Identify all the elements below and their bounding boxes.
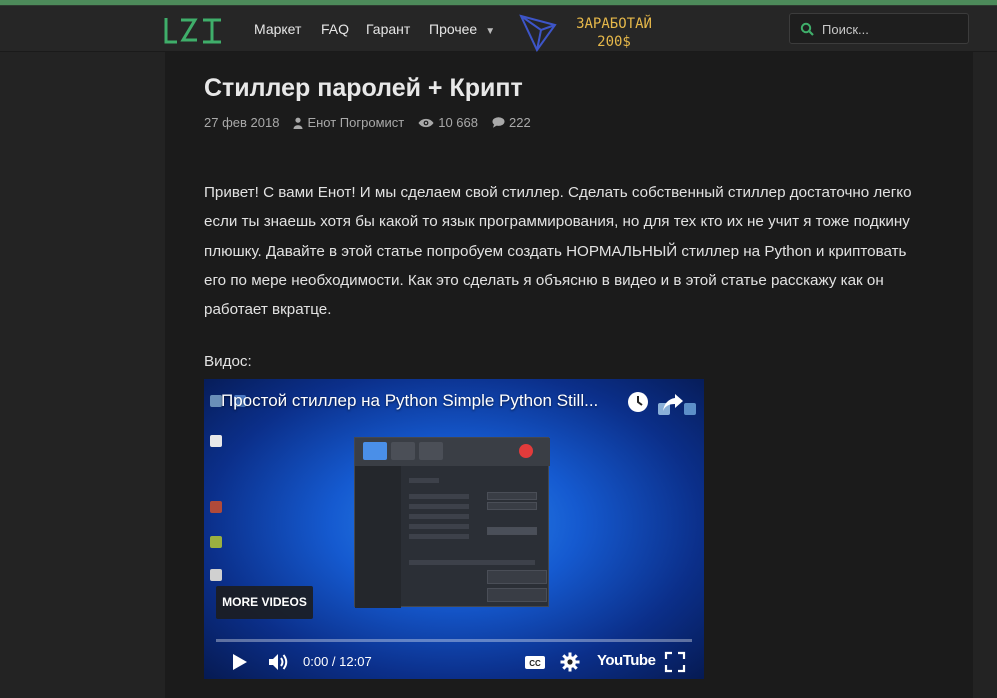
article-date: 27 фев 2018 [204,115,280,130]
watch-later-icon[interactable] [627,391,649,413]
search-input[interactable] [822,19,962,39]
nav-other-label: Прочее [429,21,478,37]
desktop-icon [684,403,696,415]
app-row [409,560,535,565]
comment-icon [492,117,505,128]
play-icon[interactable] [228,651,250,673]
video-progress-bar[interactable] [216,639,692,642]
app-tab [363,442,387,460]
fullscreen-icon[interactable] [664,651,686,673]
app-row [409,524,469,529]
nav-faq[interactable]: FAQ [321,21,349,37]
promo-line-2: 200$ [597,34,631,50]
promo-banner[interactable]: ЗАРАБОТАЙ 200$ [517,11,657,53]
promo-text: ЗАРАБОТАЙ 200$ [569,15,659,51]
app-tab [419,442,443,460]
app-row [409,534,469,539]
promo-line-1: ЗАРАБОТАЙ [576,16,652,32]
app-field [487,527,537,535]
captions-icon[interactable]: CC [524,651,546,673]
desktop-icon [210,569,222,581]
site-logo[interactable] [163,16,225,44]
nav-market[interactable]: Маркет [254,21,301,37]
app-tab [391,442,415,460]
article-meta: 27 фев 2018 Енот Погромист 10 668 222 [204,115,531,130]
video-time: 0:00 / 12:07 [303,654,372,669]
volume-icon[interactable] [267,651,289,673]
article-title: Стиллер паролей + Крипт [204,74,523,102]
eye-icon [418,118,434,128]
desktop-icon [210,536,222,548]
app-row [409,514,469,519]
desktop-icon [210,501,222,513]
video-controls: 0:00 / 12:07 CC YouTube [204,645,704,679]
app-row [409,494,469,499]
app-sidebar [355,466,401,608]
article-body: Привет! С вами Енот! И мы сделаем свой с… [204,184,912,319]
video-label: Видос: [204,353,252,370]
youtube-embed[interactable]: Простой стиллер на Python Simple Python … [204,379,704,679]
site-navbar: Маркет FAQ Гарант Прочее ▼ ЗАРАБОТАЙ 200$ [0,6,997,52]
app-field [487,492,537,500]
article-views: 10 668 [438,115,478,130]
app-row [409,478,439,483]
app-field [487,570,547,584]
svg-text:CC: CC [529,659,541,668]
chevron-down-icon: ▼ [485,26,496,37]
thumbnail-app-window [354,437,550,608]
video-title[interactable]: Простой стиллер на Python Simple Python … [221,391,598,411]
app-field [487,588,547,602]
user-icon [293,117,303,129]
desktop-icon [210,435,222,447]
youtube-logo[interactable]: YouTube [597,652,656,669]
nav-garant[interactable]: Гарант [366,21,410,37]
app-row [409,504,469,509]
app-field [487,502,537,510]
settings-gear-icon[interactable] [559,651,581,673]
search-box[interactable] [789,13,969,44]
record-icon [519,444,533,458]
article-comments[interactable]: 222 [509,115,531,130]
share-icon[interactable] [662,391,684,413]
article-author[interactable]: Енот Погромист [307,115,404,130]
search-icon[interactable] [800,22,814,36]
tron-logo-icon [519,14,557,52]
more-videos-button[interactable]: MORE VIDEOS [216,586,313,619]
nav-other-dropdown[interactable]: Прочее ▼ [429,21,495,37]
